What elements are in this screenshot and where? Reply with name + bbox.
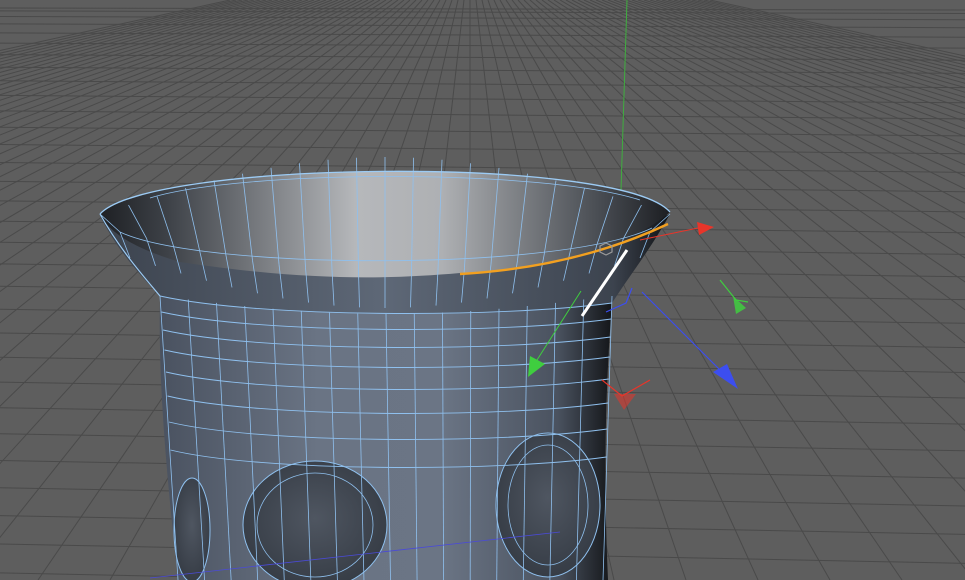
cup-mesh[interactable]	[99, 157, 671, 580]
wire-edge	[469, 310, 472, 580]
3d-viewport[interactable]	[0, 0, 965, 580]
grid-line	[0, 10, 965, 14]
viewport-scene[interactable]	[0, 0, 965, 580]
world-y-axis-line	[619, 0, 628, 223]
grid-line	[0, 7, 965, 11]
rotation-handle-icon[interactable]	[601, 279, 749, 410]
z-axis-arrow-icon[interactable]	[641, 291, 738, 389]
grid-line	[0, 80, 965, 89]
grid-line	[637, 0, 965, 104]
